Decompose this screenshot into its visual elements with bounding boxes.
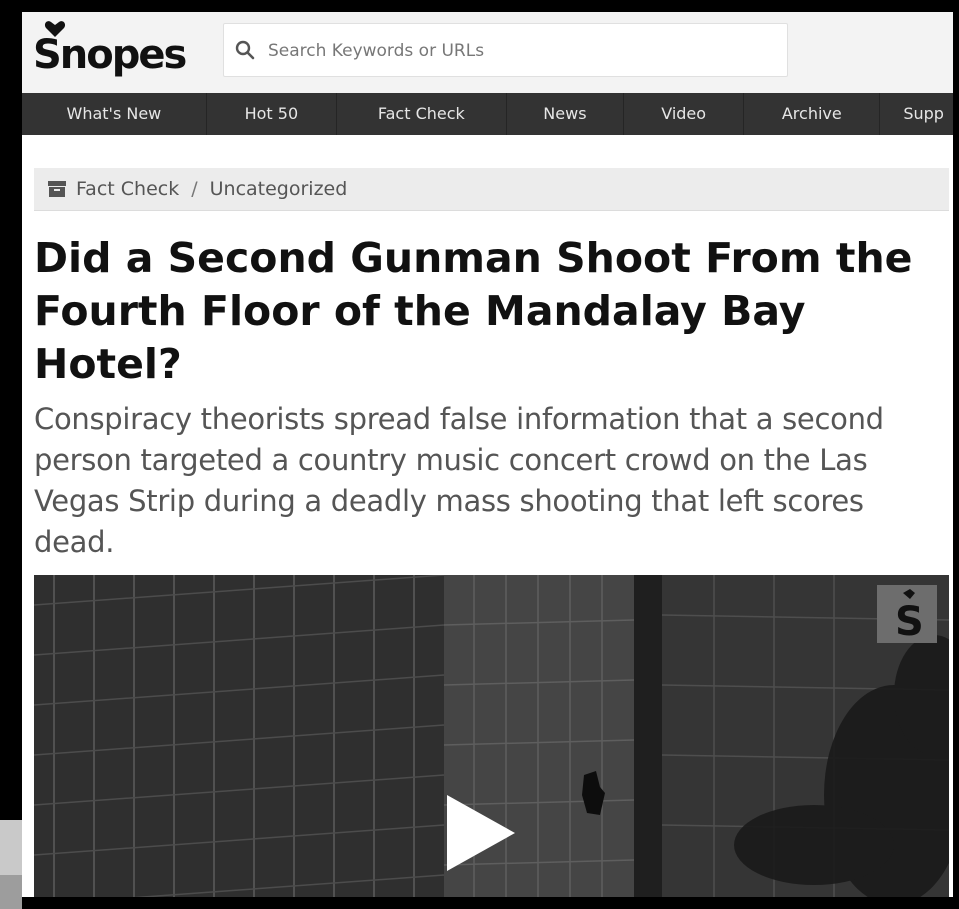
screen-frame-left-strip (0, 820, 22, 909)
breadcrumb-separator: / (191, 178, 198, 200)
breadcrumb-category-link[interactable]: Uncategorized (210, 178, 348, 200)
article-subtitle: Conspiracy theorists spread false inform… (34, 402, 884, 559)
svg-text:S: S (895, 599, 924, 643)
screen-frame-left (0, 0, 22, 820)
nav-item-video[interactable]: Video (624, 93, 745, 135)
logo-wordmark: Snopes (33, 32, 187, 78)
nav-item-hot-50[interactable]: Hot 50 (207, 93, 337, 135)
screen-frame-bottom (22, 897, 959, 909)
nav-item-support[interactable]: Supp (880, 93, 953, 135)
site-header: Snopes (22, 12, 953, 93)
snopes-logo[interactable]: Snopes (33, 20, 187, 86)
breadcrumb: Fact Check / Uncategorized (34, 168, 949, 211)
nav-item-whats-new[interactable]: What's New (22, 93, 207, 135)
search-box[interactable] (223, 23, 788, 78)
archive-box-icon (48, 181, 66, 197)
screen-frame-right (953, 0, 959, 909)
article-title: Did a Second Gunman Shoot From the Fourt… (34, 234, 913, 388)
nav-item-archive[interactable]: Archive (744, 93, 881, 135)
nav-item-fact-check[interactable]: Fact Check (337, 93, 507, 135)
search-input[interactable] (266, 24, 770, 78)
nav-item-news[interactable]: News (507, 93, 625, 135)
main-nav: What's New Hot 50 Fact Check News Video … (22, 93, 953, 135)
screen-frame-top (0, 0, 959, 12)
snopes-logo-icon: S (877, 585, 937, 645)
search-icon (235, 40, 255, 60)
breadcrumb-section-link[interactable]: Fact Check (76, 178, 179, 200)
play-icon[interactable] (445, 793, 517, 873)
video-player[interactable]: S (34, 575, 949, 897)
